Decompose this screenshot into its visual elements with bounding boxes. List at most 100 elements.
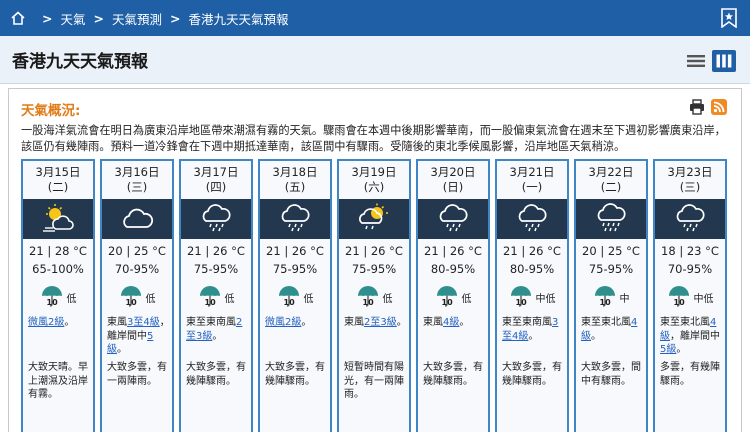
- day-humidity: 75-95%: [193, 262, 239, 276]
- psr-indicator: 10 低: [23, 284, 93, 310]
- psr-level: 低: [66, 293, 77, 305]
- cloud-rain-icon: [515, 203, 549, 236]
- psr-level: 中: [619, 293, 630, 305]
- day-temperature: 21 | 26 °C: [424, 244, 482, 258]
- day-weekday: (五): [284, 180, 306, 194]
- sun-cloud-rain-icon: [357, 203, 391, 236]
- day-date: 3月20日: [430, 165, 476, 179]
- psr-indicator: 10 低: [102, 284, 172, 310]
- day-description: 大致多雲，有一兩陣雨。: [107, 362, 167, 387]
- wind-text: 。: [676, 344, 687, 355]
- day-temperature: 21 | 28 °C: [29, 244, 87, 258]
- day-description: 大致多雲，有幾陣驟雨。: [265, 362, 325, 387]
- breadcrumb-item-weather[interactable]: 天氣: [60, 9, 85, 28]
- psr-number: 10: [283, 298, 295, 307]
- general-situation-title: 天氣概況:: [21, 103, 81, 119]
- psr-indicator: 10 低: [339, 284, 409, 310]
- weather-icon-box: [23, 199, 93, 239]
- day-weekday: (二): [47, 180, 69, 194]
- psr-level: 低: [224, 293, 235, 305]
- forecast-day-6: 3月20日 (日) 21 | 26 °C 80-95% 10 低 東風4級。 大…: [416, 159, 490, 432]
- psr-level: 低: [145, 293, 156, 305]
- wind-text: 。: [117, 344, 127, 355]
- psr-level: 中低: [693, 293, 714, 305]
- list-view-button[interactable]: [684, 50, 708, 72]
- home-icon[interactable]: [10, 10, 26, 26]
- day-humidity: 70-95%: [114, 262, 160, 276]
- cloud-rain-icon: [436, 203, 470, 236]
- wind-text: 東風: [423, 317, 443, 328]
- wind-link[interactable]: 2至3級: [364, 317, 397, 328]
- day-humidity: 65-100%: [32, 262, 84, 276]
- day-description: 大致多雲，有幾陣驟雨。: [423, 362, 483, 387]
- wind-link[interactable]: 微風2級: [265, 317, 301, 328]
- psr-indicator: 10 中: [576, 284, 646, 310]
- day-wind: 東至東北風4級，離岸間中5級。: [660, 316, 724, 357]
- cloud-rain-icon: [673, 203, 707, 236]
- cloud-icon: [120, 205, 154, 234]
- day-description: 短暫時間有陽光，有一兩陣雨。: [344, 362, 404, 400]
- wind-text: 。: [396, 317, 407, 328]
- wind-text: 。: [591, 330, 601, 342]
- day-wind: 東至東北風4級。: [581, 316, 645, 343]
- psr-number: 10: [204, 298, 216, 307]
- day-humidity: 75-95%: [272, 262, 318, 276]
- wind-text: 。: [459, 317, 470, 328]
- psr-number: 10: [673, 298, 685, 307]
- grid-view-button[interactable]: [712, 50, 736, 72]
- day-humidity: 75-95%: [351, 262, 397, 276]
- cloud-heavy-rain-icon: [594, 202, 628, 236]
- wind-text: 東至東南風: [502, 317, 552, 328]
- general-situation-text: 一股海洋氣流會在明日為廣東沿岸地區帶來潮濕有霧的天氣。驟雨會在本週中後期影響華南…: [21, 124, 726, 153]
- wind-text: 。: [212, 330, 223, 342]
- psr-indicator: 10 低: [181, 284, 251, 310]
- weather-icon-box: [339, 199, 409, 239]
- day-weekday: (六): [363, 180, 385, 194]
- psr-number: 10: [46, 298, 58, 307]
- wind-link[interactable]: 微風2級: [28, 317, 64, 328]
- breadcrumb-sep: >: [93, 10, 104, 26]
- psr-number: 10: [599, 298, 611, 307]
- day-humidity: 75-95%: [588, 262, 634, 276]
- breadcrumb-sep: >: [42, 10, 53, 26]
- forecast-day-5: 3月19日 (六) 21 | 26 °C 75-95% 10 低 東風2至3級。…: [337, 159, 411, 432]
- day-weekday: (日): [442, 180, 464, 194]
- day-wind: 微風2級。: [28, 316, 92, 330]
- day-temperature: 18 | 23 °C: [661, 244, 719, 258]
- day-wind: 東風3至4級，離岸間中5級。: [107, 316, 171, 357]
- forecast-day-7: 3月21日 (一) 21 | 26 °C 80-95% 10 中低 東至東南風3…: [495, 159, 569, 432]
- psr-number: 10: [515, 298, 527, 307]
- day-date: 3月23日: [667, 165, 713, 179]
- psr-number: 10: [441, 298, 453, 307]
- weather-icon-box: [497, 199, 567, 239]
- wind-link[interactable]: 3至4級: [127, 317, 160, 328]
- day-weekday: (四): [205, 180, 227, 194]
- day-date: 3月19日: [351, 165, 397, 179]
- day-wind: 東至東南風3至4級。: [502, 316, 566, 343]
- day-temperature: 21 | 26 °C: [503, 244, 561, 258]
- breadcrumb-item-forecast[interactable]: 天氣預測: [112, 9, 162, 28]
- wind-text: 。: [301, 317, 312, 328]
- rss-icon[interactable]: [711, 99, 727, 115]
- day-wind: 東風4級。: [423, 316, 487, 330]
- cloud-rain-icon: [278, 203, 312, 236]
- day-temperature: 20 | 25 °C: [108, 244, 166, 258]
- forecast-day-3: 3月17日 (四) 21 | 26 °C 75-95% 10 低 東至東南風2至…: [179, 159, 253, 432]
- day-weekday: (三): [679, 180, 701, 194]
- printer-icon[interactable]: [689, 99, 705, 115]
- wind-link[interactable]: 5級: [660, 344, 676, 355]
- nine-day-forecast: 3月15日 (二) 21 | 28 °C 65-100% 10 低 微風2級。 …: [21, 159, 727, 432]
- breadcrumb-item-9day[interactable]: 香港九天天氣預報: [188, 9, 288, 28]
- day-humidity: 80-95%: [430, 262, 476, 276]
- bookmark-icon[interactable]: [720, 8, 738, 28]
- wind-link[interactable]: 4級: [443, 317, 459, 328]
- day-temperature: 20 | 25 °C: [582, 244, 640, 258]
- weather-icon-box: [260, 199, 330, 239]
- day-description: 大致多雲，有幾陣驟雨。: [502, 362, 562, 387]
- weather-icon-box: [576, 199, 646, 239]
- view-toggle: [684, 50, 736, 72]
- forecast-panel: 天氣概況: 一股海洋氣流會在明日為廣東沿岸地區帶來潮濕有霧的天氣。驟雨會在本週中…: [8, 88, 742, 432]
- psr-number: 10: [362, 298, 374, 307]
- day-temperature: 21 | 26 °C: [187, 244, 245, 258]
- day-date: 3月15日: [35, 165, 81, 179]
